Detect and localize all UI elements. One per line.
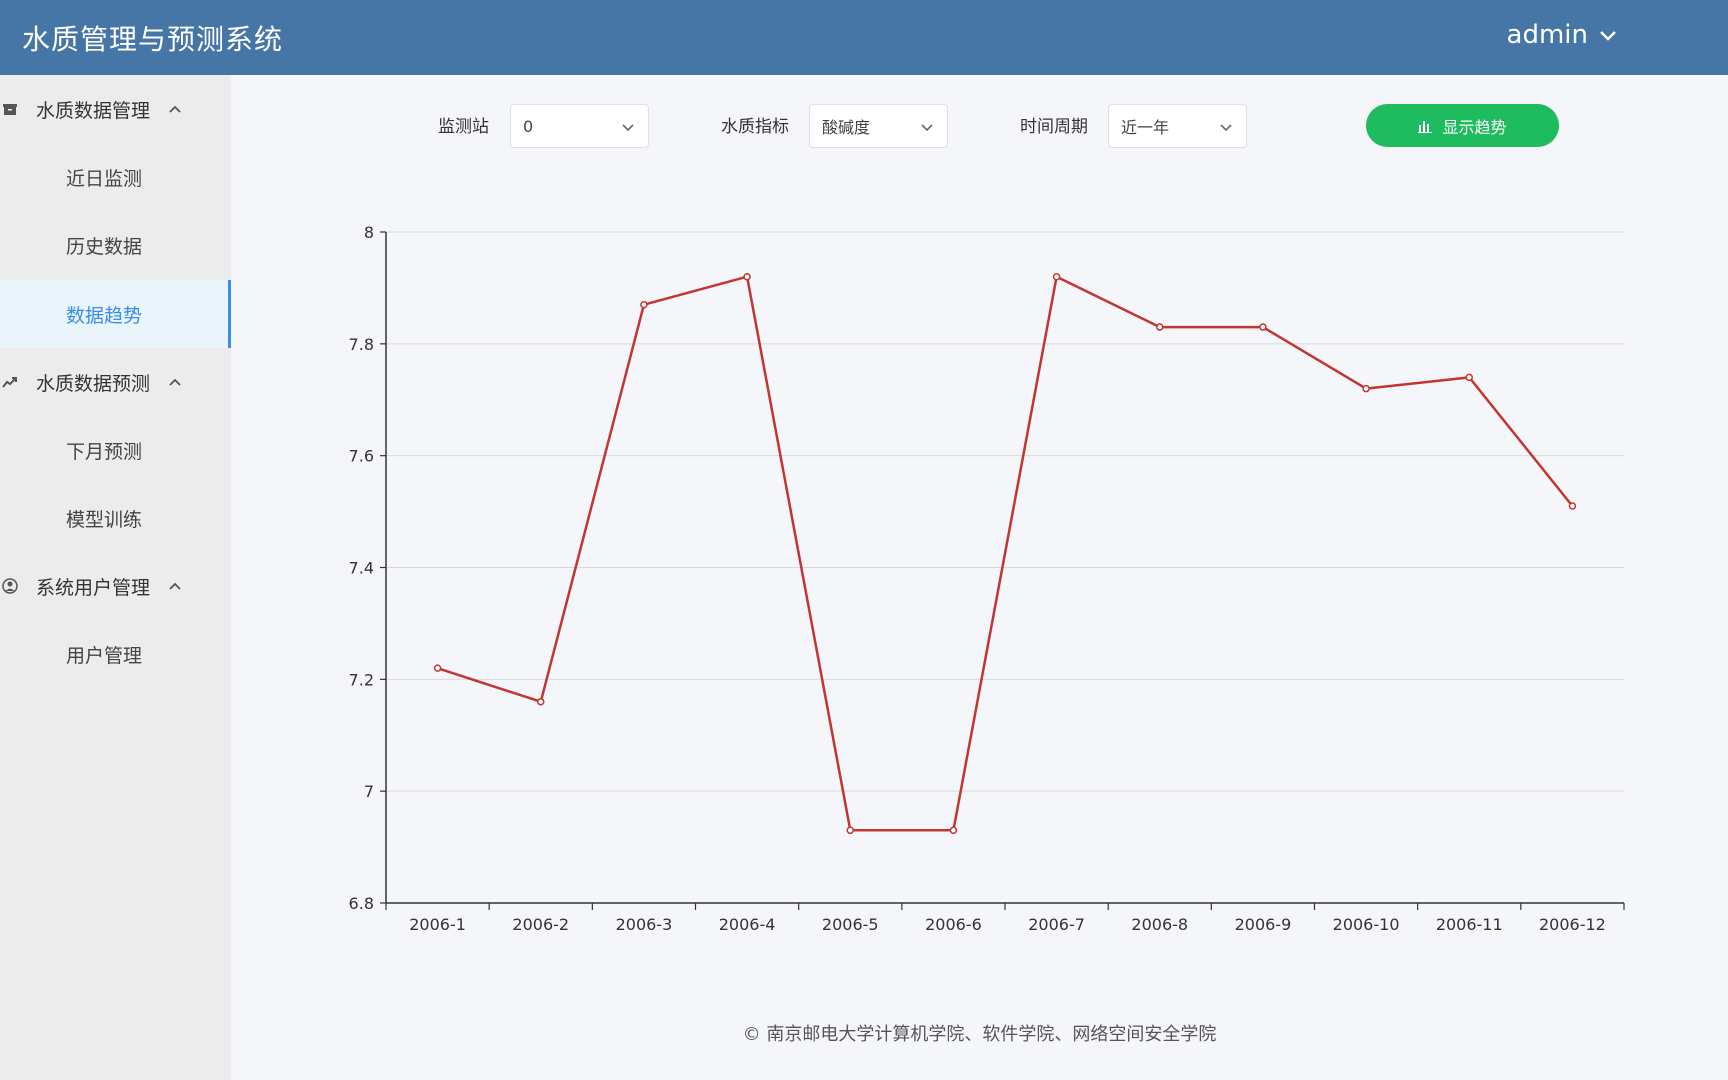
- trend-icon: [2, 377, 17, 388]
- x-tick-label: 2006-6: [925, 915, 982, 934]
- indicator-label: 水质指标: [721, 117, 789, 137]
- app-title: 水质管理与预测系统: [22, 23, 284, 56]
- series-line: [437, 275, 1574, 832]
- data-point: [743, 272, 751, 281]
- sidebar-group-data-management[interactable]: 水质数据管理: [0, 75, 231, 143]
- user-icon: [2, 578, 18, 594]
- sidebar-group-user-management[interactable]: 系统用户管理: [0, 552, 231, 620]
- chevron-up-icon: [169, 378, 181, 386]
- y-tick-label: 7.4: [349, 559, 374, 578]
- data-point: [1465, 373, 1473, 382]
- sidebar-group-label: 系统用户管理: [36, 576, 151, 599]
- chevron-down-icon: [622, 124, 634, 132]
- y-tick-label: 7.6: [349, 447, 374, 466]
- x-tick-label: 2006-2: [512, 915, 569, 934]
- x-tick-label: 2006-10: [1333, 915, 1400, 934]
- sidebar-item-next-month-prediction[interactable]: 下月预测: [0, 416, 231, 484]
- sidebar-group-prediction[interactable]: 水质数据预测: [0, 348, 231, 416]
- show-trend-button[interactable]: 显示趋势: [1366, 104, 1559, 147]
- footer-copyright: © 南京邮电大学计算机学院、软件学院、网络空间安全学院: [742, 1024, 1217, 1045]
- chevron-up-icon: [169, 582, 181, 590]
- x-tick-label: 2006-5: [822, 915, 879, 934]
- period-select[interactable]: 近一年: [1108, 104, 1247, 148]
- user-menu[interactable]: admin: [1507, 20, 1618, 50]
- x-tick-label: 2006-12: [1539, 915, 1606, 934]
- station-label: 监测站: [438, 117, 489, 137]
- sidebar-item-model-training[interactable]: 模型训练: [0, 484, 231, 552]
- y-tick-label: 7: [364, 782, 374, 801]
- chevron-up-icon: [169, 105, 181, 113]
- x-tick-label: 2006-1: [409, 915, 466, 934]
- x-tick-label: 2006-7: [1028, 915, 1085, 934]
- sidebar-item-recent-monitoring[interactable]: 近日监测: [0, 143, 231, 211]
- chevron-down-icon: [921, 124, 933, 132]
- station-value: 0: [523, 116, 534, 136]
- data-point: [1156, 323, 1164, 331]
- y-tick-label: 8: [364, 223, 374, 242]
- period-value: 近一年: [1121, 118, 1170, 137]
- sidebar-item-data-trend[interactable]: 数据趋势: [0, 280, 231, 348]
- chevron-down-icon: [1220, 124, 1232, 132]
- sidebar-group-label: 水质数据预测: [36, 372, 151, 395]
- sidebar-group-label: 水质数据管理: [36, 99, 151, 122]
- data-point: [949, 826, 958, 835]
- x-tick-label: 2006-4: [719, 915, 776, 934]
- archive-icon: [3, 104, 17, 115]
- y-tick-label: 6.8: [349, 894, 374, 913]
- top-header: 水质管理与预测系统 admin: [0, 0, 1728, 75]
- indicator-select[interactable]: 酸碱度: [809, 104, 948, 148]
- data-point: [1052, 272, 1061, 281]
- trend-line-chart: 6.8 7 7.2 7.4 7.6 7.8 8 2006-1 2006-2 2006-3 2006-…: [349, 223, 1625, 934]
- data-point: [640, 300, 648, 309]
- indicator-value: 酸碱度: [822, 118, 871, 137]
- bar-chart-icon: [1418, 120, 1433, 133]
- x-tick-label: 2006-11: [1436, 915, 1503, 934]
- sidebar-item-history-data[interactable]: 历史数据: [0, 211, 231, 279]
- show-trend-label: 显示趋势: [1442, 117, 1507, 137]
- sidebar: 水质数据管理 近日监测 历史数据 数据趋势 水质数据预测 下月预测 模型训练 系…: [0, 75, 231, 1080]
- station-select[interactable]: 0: [510, 104, 649, 148]
- data-point: [433, 664, 442, 672]
- y-tick-label: 7.2: [349, 670, 374, 689]
- x-tick-label: 2006-9: [1235, 915, 1292, 934]
- data-point: [1568, 502, 1577, 510]
- x-tick-label: 2006-3: [616, 915, 673, 934]
- data-point: [1362, 384, 1370, 393]
- data-point: [846, 826, 854, 835]
- data-point: [1259, 323, 1267, 331]
- user-name: admin: [1506, 20, 1588, 50]
- data-point: [537, 697, 545, 706]
- y-tick-label: 7.8: [349, 335, 374, 354]
- sidebar-item-user-management[interactable]: 用户管理: [0, 620, 231, 688]
- chevron-down-icon: [1600, 31, 1616, 41]
- x-tick-label: 2006-8: [1131, 915, 1188, 934]
- period-label: 时间周期: [1020, 117, 1088, 137]
